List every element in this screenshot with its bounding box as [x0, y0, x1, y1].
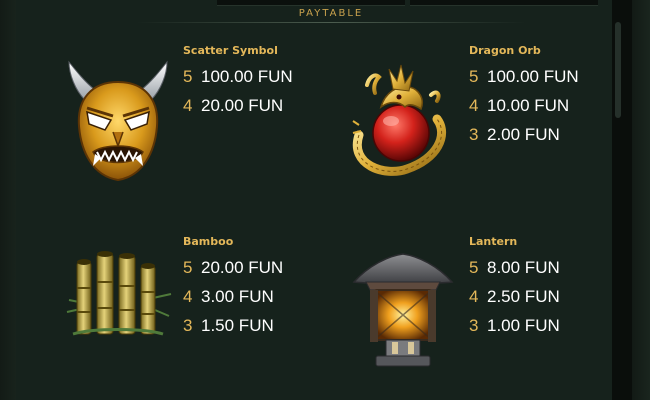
pay-value: 2.00 FUN: [487, 125, 560, 144]
pay-count: 5: [469, 258, 479, 277]
pay-row: 5 8.00 FUN: [469, 258, 560, 278]
title-divider: [136, 22, 526, 23]
pay-count: 4: [183, 96, 193, 115]
pay-row: 4 10.00 FUN: [469, 96, 569, 116]
pay-value: 20.00 FUN: [201, 96, 284, 115]
pay-value: 1.50 FUN: [201, 316, 274, 335]
symbol-name-dragon-orb: Dragon Orb: [469, 44, 541, 57]
pay-row: 4 20.00 FUN: [183, 96, 283, 116]
pay-count: 4: [183, 287, 193, 306]
pay-count: 4: [469, 96, 479, 115]
pay-value: 1.00 FUN: [487, 316, 560, 335]
dragon-orb-icon: [352, 64, 447, 176]
symbol-name-scatter: Scatter Symbol: [183, 44, 278, 57]
symbol-name-bamboo: Bamboo: [183, 235, 234, 248]
pay-value: 20.00 FUN: [201, 258, 284, 277]
pay-count: 5: [183, 67, 193, 86]
pay-row: 4 3.00 FUN: [183, 287, 274, 307]
pay-count: 4: [469, 287, 479, 306]
pay-value: 8.00 FUN: [487, 258, 560, 277]
pay-value: 100.00 FUN: [487, 67, 579, 86]
pay-value: 10.00 FUN: [487, 96, 570, 115]
pay-count: 3: [469, 125, 479, 144]
pay-count: 5: [183, 258, 193, 277]
pay-row: 5 20.00 FUN: [183, 258, 283, 278]
scrollbar-thumb[interactable]: [615, 22, 621, 118]
bamboo-icon: [66, 251, 172, 336]
pay-value: 100.00 FUN: [201, 67, 293, 86]
pay-value: 3.00 FUN: [201, 287, 274, 306]
pay-row: 5 100.00 FUN: [183, 67, 293, 87]
pay-row: 3 2.00 FUN: [469, 125, 560, 145]
right-backdrop: [632, 0, 650, 400]
pay-value: 2.50 FUN: [487, 287, 560, 306]
pay-count: 5: [469, 67, 479, 86]
pay-row: 3 1.50 FUN: [183, 316, 274, 336]
left-backdrop: [0, 0, 16, 400]
top-bar-segment-left: [217, 0, 405, 6]
symbol-name-lantern: Lantern: [469, 235, 518, 248]
pay-row: 3 1.00 FUN: [469, 316, 560, 336]
pay-count: 3: [469, 316, 479, 335]
lantern-icon: [352, 253, 454, 367]
paytable-title: PAYTABLE: [298, 8, 364, 19]
pay-row: 5 100.00 FUN: [469, 67, 579, 87]
oni-mask-icon: [68, 60, 168, 182]
top-bar-segment-right: [410, 0, 598, 6]
pay-row: 4 2.50 FUN: [469, 287, 560, 307]
pay-count: 3: [183, 316, 193, 335]
